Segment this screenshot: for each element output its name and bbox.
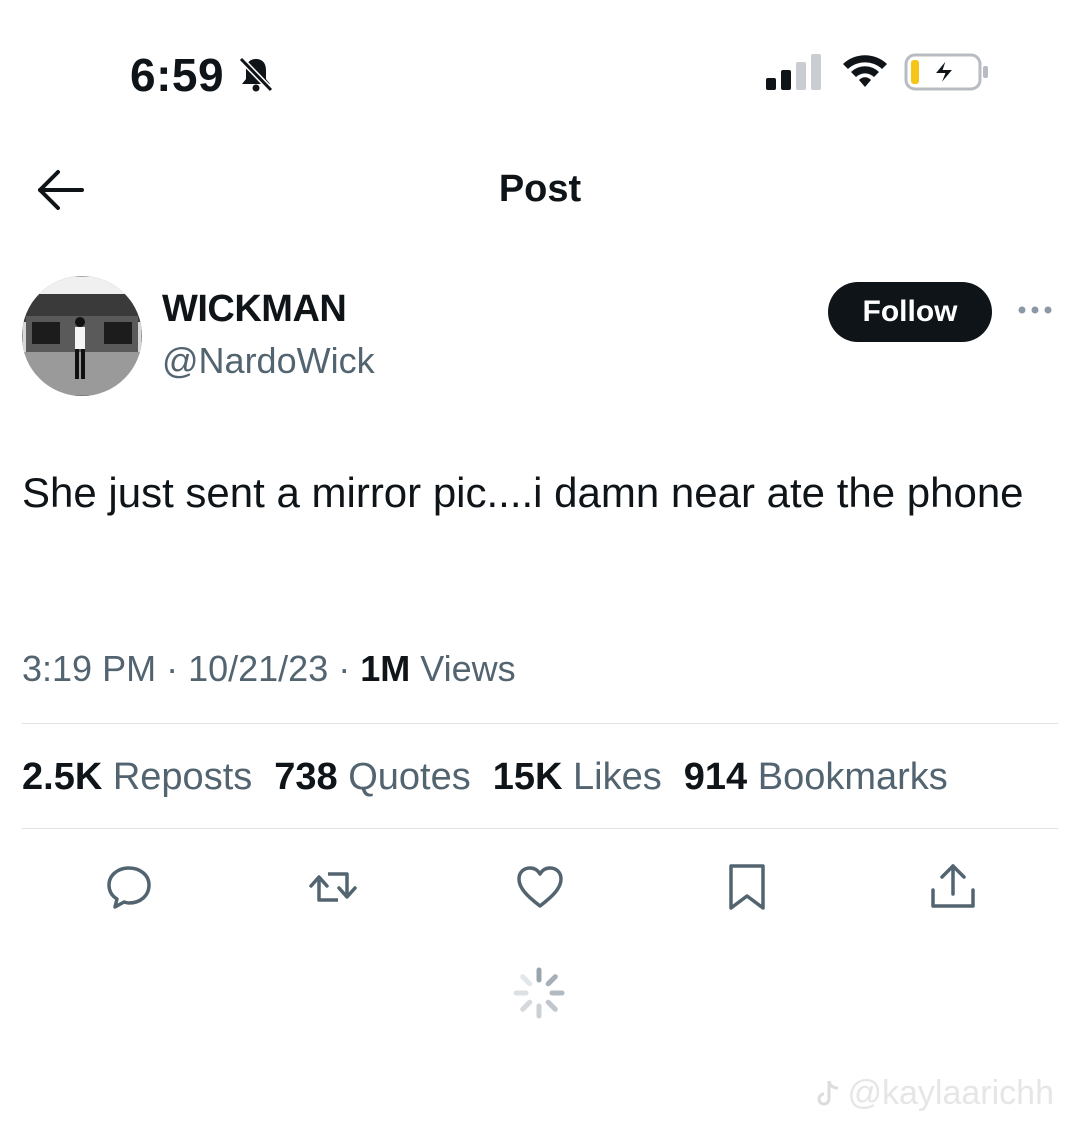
- battery-charging-icon: [904, 53, 988, 91]
- follow-button[interactable]: Follow: [828, 282, 992, 342]
- share-icon[interactable]: [928, 862, 978, 912]
- stat-label: Likes: [573, 756, 662, 798]
- stat-count: 738: [274, 756, 338, 798]
- status-time: 6:59: [130, 49, 225, 101]
- stat-label: Bookmarks: [757, 756, 948, 798]
- stat-label: Quotes: [348, 756, 471, 798]
- stat-quotes[interactable]: 738 Quotes: [274, 756, 471, 799]
- status-bar: 6:59: [0, 0, 1080, 140]
- tweet-meta: 3:19 PM · 10/21/23 · 1M Views: [22, 648, 516, 690]
- loading-spinner-icon: [513, 967, 565, 1019]
- repost-icon[interactable]: [308, 862, 358, 912]
- meta-separator: ·: [166, 648, 189, 689]
- stat-bookmarks[interactable]: 914 Bookmarks: [684, 756, 948, 799]
- watermark: @kaylaarichh: [812, 1074, 1055, 1113]
- views-count: 1M: [360, 648, 411, 689]
- avatar[interactable]: [22, 276, 142, 396]
- stat-count: 15K: [492, 756, 563, 798]
- bell-muted-icon: [238, 56, 274, 93]
- stat-label: Reposts: [112, 756, 253, 798]
- stat-count: 2.5K: [22, 756, 103, 798]
- divider: [22, 723, 1058, 724]
- more-options-icon[interactable]: [1014, 298, 1056, 322]
- cellular-signal-icon: [766, 54, 821, 90]
- user-handle[interactable]: @NardoWick: [162, 340, 375, 382]
- meta-separator: ·: [338, 648, 361, 689]
- tweet-date[interactable]: 10/21/23: [188, 648, 328, 689]
- views-label: Views: [420, 648, 516, 689]
- bookmark-icon[interactable]: [722, 862, 772, 912]
- engagement-stats: 2.5K Reposts 738 Quotes 15K Likes 914 Bo…: [22, 756, 948, 799]
- stat-reposts[interactable]: 2.5K Reposts: [22, 756, 252, 799]
- wifi-icon: [843, 55, 887, 87]
- page-title: Post: [498, 168, 582, 210]
- reply-icon[interactable]: [104, 862, 154, 912]
- divider: [22, 828, 1058, 829]
- watermark-text: @kaylaarichh: [847, 1074, 1055, 1112]
- stat-count: 914: [683, 756, 748, 798]
- like-icon[interactable]: [515, 862, 565, 912]
- stat-likes[interactable]: 15K Likes: [493, 756, 662, 799]
- tiktok-logo-icon: [817, 1080, 838, 1105]
- tweet-text: She just sent a mirror pic....i damn nea…: [22, 469, 1024, 516]
- display-name[interactable]: WICKMAN: [162, 288, 347, 331]
- tweet-time[interactable]: 3:19 PM: [22, 648, 156, 689]
